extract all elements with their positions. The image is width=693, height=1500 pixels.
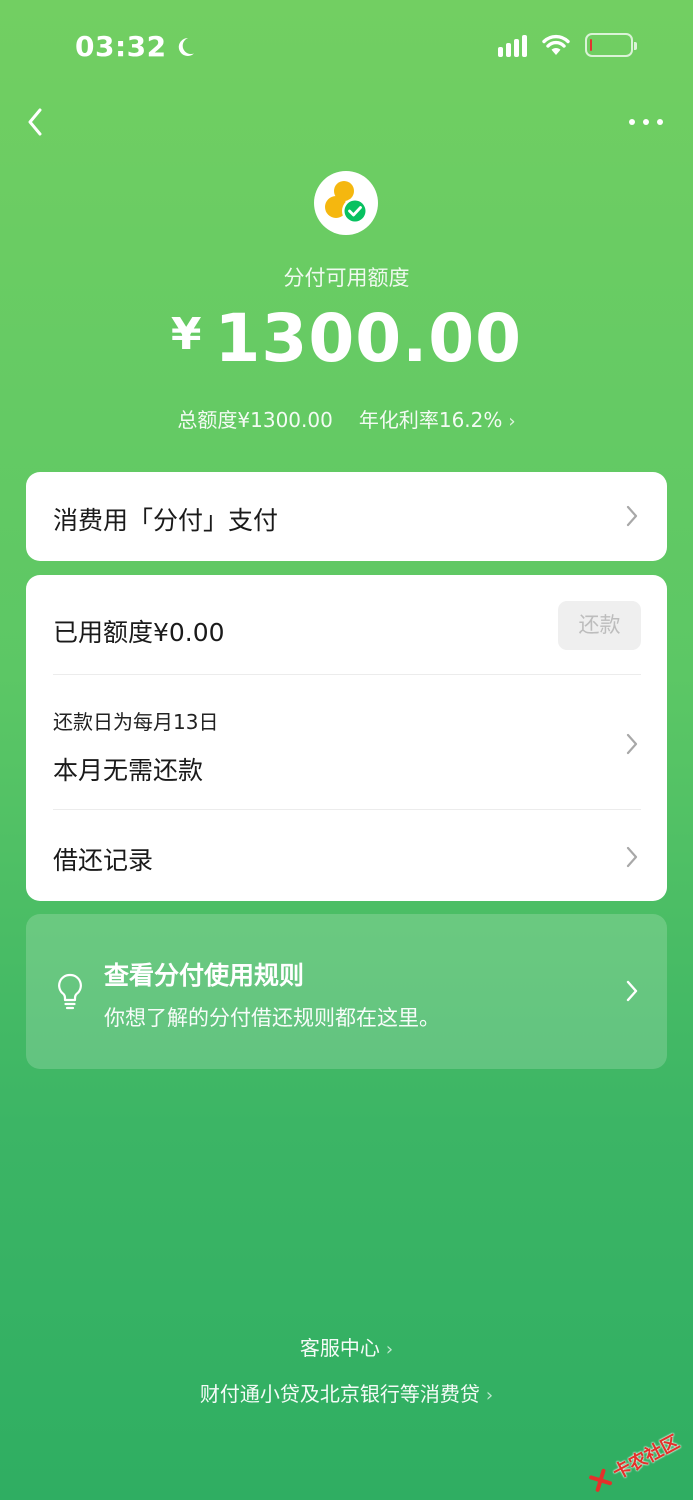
lender-info-label: 财付通小贷及北京银行等消费贷 [199, 1382, 480, 1406]
customer-service-label: 客服中心 [299, 1336, 380, 1360]
currency-symbol: ¥ [170, 309, 203, 360]
battery-level [590, 39, 592, 51]
available-credit-amount: ¥1300.00 [0, 300, 693, 377]
fenfu-logo [314, 171, 378, 235]
status-icons [498, 33, 637, 57]
repayment-day: 还款日为每月13日 [53, 710, 219, 734]
more-icon[interactable] [629, 112, 663, 132]
chevron-right-icon [626, 733, 638, 755]
repay-button[interactable]: 还款 [558, 601, 641, 650]
annual-rate[interactable]: 年化利率16.2% [359, 408, 503, 432]
lightbulb-icon [58, 973, 82, 1010]
chevron-right-icon: › [385, 1339, 394, 1360]
watermark-logo-icon [589, 1468, 613, 1492]
chevron-right-icon [626, 846, 638, 868]
amount-value: 1300.00 [214, 300, 523, 377]
watermark: 卡农社区 [581, 1419, 690, 1500]
used-credit: 已用额度¥0.00 [53, 618, 225, 647]
nav-bar [0, 100, 693, 144]
back-icon[interactable] [22, 106, 50, 138]
customer-service-link[interactable]: 客服中心 › [0, 1332, 693, 1361]
chevron-right-icon: › [508, 411, 516, 432]
rules-subtitle: 你想了解的分付借还规则都在这里。 [104, 1006, 440, 1030]
rules-title: 查看分付使用规则 [104, 961, 305, 990]
time-text: 03:32 [75, 30, 167, 63]
divider [53, 809, 641, 810]
credit-meta-line[interactable]: 总额度¥1300.00 年化利率16.2% › [0, 404, 693, 433]
total-limit: 总额度¥1300.00 [177, 408, 333, 432]
chevron-right-icon [626, 505, 638, 527]
repayment-card: 已用额度¥0.00 还款 还款日为每月13日 本月无需还款 借还记录 [26, 575, 667, 901]
pay-with-fenfu-label: 消费用「分付」支付 [53, 506, 279, 535]
status-bar: 03:32 [0, 0, 693, 90]
repayment-status: 本月无需还款 [53, 756, 204, 785]
coins-check-icon [325, 181, 368, 224]
chevron-right-icon: › [485, 1385, 494, 1406]
battery-icon [585, 33, 637, 57]
lender-info-link[interactable]: 财付通小贷及北京银行等消费贷 › [0, 1378, 693, 1407]
available-credit-label: 分付可用额度 [283, 266, 410, 290]
records-label: 借还记录 [53, 846, 154, 875]
status-time: 03:32 [75, 30, 197, 63]
chevron-right-icon [626, 980, 638, 1002]
wifi-icon [542, 34, 570, 55]
watermark-text: 卡农社区 [609, 1431, 684, 1484]
rules-banner[interactable]: 查看分付使用规则 你想了解的分付借还规则都在这里。 [26, 914, 667, 1069]
signal-icon [498, 33, 527, 57]
moon-icon [178, 37, 194, 56]
divider [53, 674, 641, 675]
pay-with-fenfu-row[interactable]: 消费用「分付」支付 [26, 472, 667, 561]
